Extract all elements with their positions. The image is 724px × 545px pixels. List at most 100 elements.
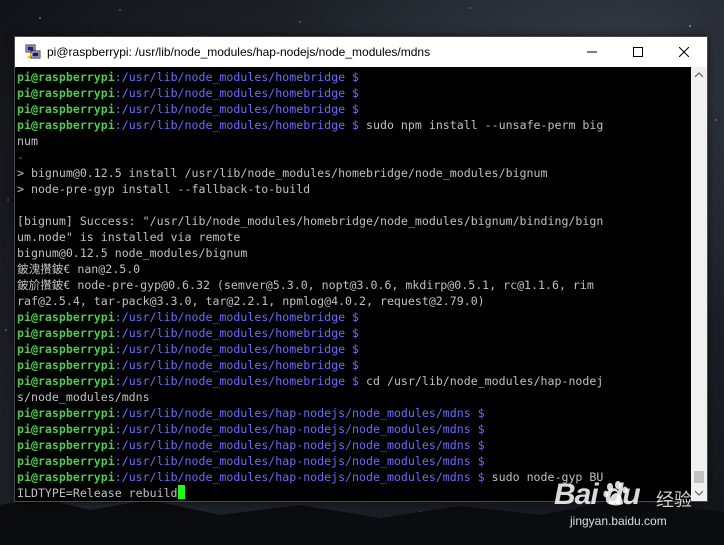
terminal-line: s/node_modules/mdns: [17, 389, 603, 405]
prompt-user-host: pi@raspberrypi: [17, 406, 115, 420]
terminal-line: pi@raspberrypi:/usr/lib/node_modules/hom…: [17, 117, 603, 133]
scroll-down-button[interactable]: [691, 485, 707, 501]
terminal-line: um.node" is installed via remote: [17, 229, 603, 245]
chevron-down-icon: [695, 490, 703, 496]
terminal-line: 鈹溾攢鈹€ nan@2.5.0: [17, 261, 603, 277]
prompt-path: :/usr/lib/node_modules/homebridge: [114, 326, 346, 340]
prompt-user-host: pi@raspberrypi: [17, 326, 115, 340]
prompt-user-host: pi@raspberrypi: [17, 374, 115, 388]
prompt-sign: $: [470, 406, 485, 420]
prompt-sign: $: [470, 438, 485, 452]
prompt-path: :/usr/lib/node_modules/homebridge: [114, 70, 346, 84]
terminal-line: pi@raspberrypi:/usr/lib/node_modules/hap…: [17, 453, 603, 469]
terminal-text: bignum@0.12.5 node_modules/bignum: [17, 246, 248, 260]
prompt-sign: $: [470, 470, 485, 484]
scrollbar-thumb[interactable]: [694, 471, 704, 483]
chevron-up-icon: [695, 72, 703, 78]
maximize-button[interactable]: [615, 37, 661, 67]
terminal-line: [bignum] Success: "/usr/lib/node_modules…: [17, 213, 603, 229]
prompt-path: :/usr/lib/node_modules/homebridge: [114, 86, 346, 100]
prompt-path: :/usr/lib/node_modules/homebridge: [114, 118, 346, 132]
prompt-path: :/usr/lib/node_modules/homebridge: [114, 342, 346, 356]
terminal-line: ILDTYPE=Release rebuild: [17, 485, 603, 501]
prompt-sign: $: [345, 118, 360, 132]
terminal-line: bignum@0.12.5 node_modules/bignum: [17, 245, 603, 261]
terminal-line: raf@2.5.4, tar-pack@3.3.0, tar@2.2.1, np…: [17, 293, 603, 309]
prompt-path: :/usr/lib/node_modules/homebridge: [114, 374, 346, 388]
prompt-sign: $: [345, 86, 360, 100]
prompt-user-host: pi@raspberrypi: [17, 358, 115, 372]
terminal-line: pi@raspberrypi:/usr/lib/node_modules/hom…: [17, 373, 603, 389]
prompt-path: :/usr/lib/node_modules/homebridge: [114, 310, 346, 324]
vertical-scrollbar[interactable]: [691, 67, 707, 501]
terminal-line: pi@raspberrypi:/usr/lib/node_modules/hap…: [17, 421, 603, 437]
prompt-sign: $: [345, 70, 360, 84]
prompt-sign: $: [345, 358, 360, 372]
close-icon: [679, 47, 689, 57]
terminal-line: pi@raspberrypi:/usr/lib/node_modules/hom…: [17, 101, 603, 117]
prompt-user-host: pi@raspberrypi: [17, 470, 115, 484]
terminal-output[interactable]: pi@raspberrypi:/usr/lib/node_modules/hom…: [15, 67, 691, 501]
putty-icon: [25, 44, 41, 60]
prompt-sign: $: [470, 422, 485, 436]
terminal-text: [bignum] Success: "/usr/lib/node_modules…: [17, 214, 604, 228]
terminal-line: pi@raspberrypi:/usr/lib/node_modules/hom…: [17, 325, 603, 341]
prompt-user-host: pi@raspberrypi: [17, 422, 115, 436]
prompt-path: :/usr/lib/node_modules/hap-nodejs/node_m…: [114, 454, 471, 468]
close-button[interactable]: [661, 37, 707, 67]
terminal-window: pi@raspberrypi: /usr/lib/node_modules/ha…: [14, 36, 708, 502]
terminal-text: s/node_modules/mdns: [17, 390, 150, 404]
window-titlebar[interactable]: pi@raspberrypi: /usr/lib/node_modules/ha…: [15, 37, 707, 67]
minimize-button[interactable]: [569, 37, 615, 67]
terminal-line: pi@raspberrypi:/usr/lib/node_modules/hom…: [17, 85, 603, 101]
terminal-line: pi@raspberrypi:/usr/lib/node_modules/hap…: [17, 437, 603, 453]
terminal-text: sudo npm install --unsafe-perm big: [359, 118, 604, 132]
terminal-line: num: [17, 133, 603, 149]
prompt-sign: $: [345, 310, 360, 324]
terminal-line: pi@raspberrypi:/usr/lib/node_modules/hom…: [17, 309, 603, 325]
prompt-user-host: pi@raspberrypi: [17, 118, 115, 132]
minimize-icon: [587, 51, 597, 53]
prompt-user-host: pi@raspberrypi: [17, 438, 115, 452]
window-title: pi@raspberrypi: /usr/lib/node_modules/ha…: [47, 45, 431, 59]
text-cursor: [177, 485, 185, 499]
terminal-line: > bignum@0.12.5 install /usr/lib/node_mo…: [17, 165, 603, 181]
maximize-icon: [633, 47, 643, 57]
prompt-sign: $: [345, 102, 360, 116]
watermark-url: jingyan.baidu.com: [570, 514, 667, 528]
prompt-path: :/usr/lib/node_modules/hap-nodejs/node_m…: [114, 438, 471, 452]
terminal-text: cd /usr/lib/node_modules/hap-nodej: [359, 374, 604, 388]
prompt-user-host: pi@raspberrypi: [17, 342, 115, 356]
terminal-text: 鈹斺攢鈹€ node-pre-gyp@0.6.32 (semver@5.3.0,…: [17, 278, 594, 292]
terminal-lines: pi@raspberrypi:/usr/lib/node_modules/hom…: [17, 69, 603, 501]
prompt-sign: $: [345, 342, 360, 356]
terminal-text: num: [17, 134, 38, 148]
scroll-up-button[interactable]: [691, 67, 707, 83]
prompt-path: :/usr/lib/node_modules/homebridge: [114, 102, 346, 116]
prompt-user-host: pi@raspberrypi: [17, 310, 115, 324]
prompt-user-host: pi@raspberrypi: [17, 70, 115, 84]
prompt-sign: $: [345, 326, 360, 340]
terminal-line: pi@raspberrypi:/usr/lib/node_modules/hom…: [17, 357, 603, 373]
terminal-text: ILDTYPE=Release rebuild: [17, 486, 178, 500]
terminal-text: sudo node-gyp BU: [484, 470, 604, 484]
terminal-text: > node-pre-gyp install --fallback-to-bui…: [17, 182, 311, 196]
terminal-text: raf@2.5.4, tar-pack@3.3.0, tar@2.2.1, np…: [17, 294, 485, 308]
terminal-line: > node-pre-gyp install --fallback-to-bui…: [17, 181, 603, 197]
terminal-text: um.node" is installed via remote: [17, 230, 241, 244]
terminal-line: -: [17, 149, 603, 165]
terminal-line: pi@raspberrypi:/usr/lib/node_modules/hap…: [17, 469, 603, 485]
terminal-line: pi@raspberrypi:/usr/lib/node_modules/hom…: [17, 341, 603, 357]
prompt-sign: $: [345, 374, 360, 388]
prompt-path: :/usr/lib/node_modules/hap-nodejs/node_m…: [114, 422, 471, 436]
terminal-line: pi@raspberrypi:/usr/lib/node_modules/hom…: [17, 69, 603, 85]
prompt-user-host: pi@raspberrypi: [17, 454, 115, 468]
prompt-path: :/usr/lib/node_modules/hap-nodejs/node_m…: [114, 406, 471, 420]
prompt-path: :/usr/lib/node_modules/hap-nodejs/node_m…: [114, 470, 471, 484]
prompt-user-host: pi@raspberrypi: [17, 86, 115, 100]
terminal-text: > bignum@0.12.5 install /usr/lib/node_mo…: [17, 166, 548, 180]
prompt-sign: $: [470, 454, 485, 468]
prompt-path: :/usr/lib/node_modules/homebridge: [114, 358, 346, 372]
terminal-text: 鈹溾攢鈹€ nan@2.5.0: [17, 262, 141, 276]
